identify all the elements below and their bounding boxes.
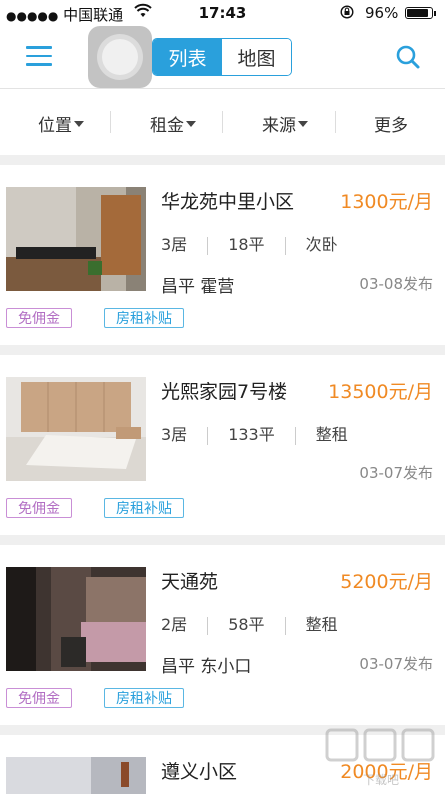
listing-title: 华龙苑中里小区 bbox=[161, 191, 295, 213]
listing-date: 03-07发布 bbox=[359, 655, 433, 673]
battery-percent: 96% bbox=[365, 4, 399, 22]
menu-icon[interactable] bbox=[26, 46, 52, 66]
listing-date: 03-07发布 bbox=[359, 464, 433, 482]
listing-card[interactable]: 华龙苑中里小区 1300元/月 3居 18平 次卧 昌平 霍营 03-08发布 免佣… bbox=[0, 165, 445, 345]
battery-fill bbox=[407, 9, 428, 17]
listing-specs: 2居 58平 整租 bbox=[161, 611, 338, 635]
tag-no-commission: 免佣金 bbox=[6, 688, 72, 708]
tag-no-commission: 免佣金 bbox=[6, 308, 72, 328]
filter-source-label: 来源 bbox=[262, 116, 296, 136]
filter-location-label: 位置 bbox=[38, 116, 72, 136]
rent-type: 整租 bbox=[315, 425, 348, 444]
listing-photo bbox=[6, 187, 146, 291]
listing-price: 5200元/月 bbox=[340, 571, 433, 593]
divider bbox=[335, 111, 336, 133]
rooms: 2居 bbox=[161, 615, 188, 634]
assistive-touch-button[interactable] bbox=[88, 26, 152, 88]
listing-specs: 3居 133平 整租 bbox=[161, 421, 348, 445]
rent-type: 次卧 bbox=[305, 235, 338, 254]
listing-photo bbox=[6, 757, 146, 794]
tag-rent-subsidy: 房租补贴 bbox=[104, 308, 184, 328]
filter-more[interactable]: 更多 bbox=[374, 111, 408, 136]
tag-rent-subsidy: 房租补贴 bbox=[104, 498, 184, 518]
area: 18平 bbox=[228, 235, 265, 254]
nav-bar: 列表 地图 bbox=[0, 26, 445, 89]
filter-more-label: 更多 bbox=[374, 116, 408, 136]
listing-price: 1300元/月 bbox=[340, 191, 433, 213]
battery-icon bbox=[405, 7, 436, 19]
view-toggle: 列表 地图 bbox=[152, 38, 292, 76]
tab-list[interactable]: 列表 bbox=[153, 39, 222, 75]
caret-down-icon bbox=[298, 121, 308, 127]
caret-down-icon bbox=[186, 121, 196, 127]
listing-price: 13500元/月 bbox=[328, 381, 433, 403]
listing-title: 遵义小区 bbox=[161, 761, 238, 783]
rooms: 3居 bbox=[161, 425, 188, 444]
filter-rent[interactable]: 租金 bbox=[150, 111, 196, 136]
listing-photo bbox=[6, 377, 146, 481]
watermark-logo: 下载吧 bbox=[325, 728, 435, 787]
listing-date: 03-08发布 bbox=[359, 275, 433, 293]
tab-map[interactable]: 地图 bbox=[222, 39, 291, 75]
filter-bar: 位置 租金 来源 更多 bbox=[0, 89, 445, 155]
filter-location[interactable]: 位置 bbox=[38, 111, 84, 136]
filter-source[interactable]: 来源 bbox=[262, 111, 308, 136]
listing-title: 天通苑 bbox=[161, 571, 219, 593]
listing-card[interactable]: 光熙家园7号楼 13500元/月 3居 133平 整租 03-07发布 免佣金 房租… bbox=[0, 355, 445, 535]
listing-title: 光熙家园7号楼 bbox=[161, 381, 288, 403]
area: 133平 bbox=[228, 425, 275, 444]
rooms: 3居 bbox=[161, 235, 188, 254]
watermark-text: 下载吧 bbox=[363, 773, 399, 787]
tag-no-commission: 免佣金 bbox=[6, 498, 72, 518]
filter-rent-label: 租金 bbox=[150, 116, 184, 136]
divider bbox=[222, 111, 223, 133]
divider bbox=[110, 111, 111, 133]
listing-card[interactable]: 天通苑 5200元/月 2居 58平 整租 昌平 东小口 03-07发布 免佣金 房… bbox=[0, 545, 445, 725]
search-icon[interactable] bbox=[395, 44, 421, 70]
area: 58平 bbox=[228, 615, 265, 634]
tag-rent-subsidy: 房租补贴 bbox=[104, 688, 184, 708]
listing-photo bbox=[6, 567, 146, 671]
rent-type: 整租 bbox=[305, 615, 338, 634]
listing-location: 昌平 东小口 bbox=[161, 657, 252, 677]
listing-location: 昌平 霍营 bbox=[161, 277, 235, 297]
listing-specs: 3居 18平 次卧 bbox=[161, 231, 338, 255]
status-bar: ●●●●● 中国联通 17:43 96% bbox=[0, 0, 445, 26]
rotation-lock-icon bbox=[340, 5, 354, 19]
caret-down-icon bbox=[74, 121, 84, 127]
